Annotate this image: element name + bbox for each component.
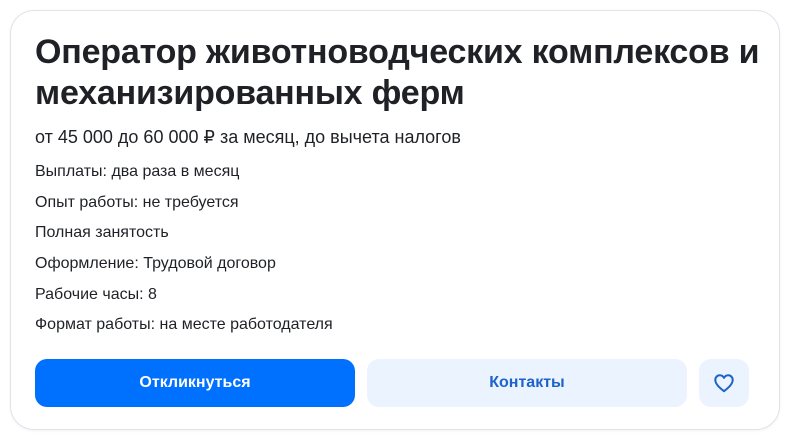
heart-icon xyxy=(714,374,734,393)
detail-payments: Выплаты: два раза в месяц xyxy=(35,163,240,180)
detail-work-hours: Рабочие часы: 8 xyxy=(35,285,157,303)
vacancy-title[interactable]: Оператор животноводческих комплексов и м… xyxy=(35,32,765,114)
favorite-button[interactable] xyxy=(699,359,749,407)
salary-text: от 45 000 до 60 000 ₽ за месяц, до вычет… xyxy=(35,127,461,147)
vacancy-details-list: Выплаты: два раза в месяц Опыт работы: н… xyxy=(35,162,333,346)
contacts-button[interactable]: Контакты xyxy=(367,359,687,407)
action-bar: Откликнуться Контакты xyxy=(35,359,749,407)
detail-work-format: Формат работы: на месте работодателя xyxy=(35,316,333,334)
detail-experience: Опыт работы: не требуется xyxy=(35,193,239,211)
detail-contract: Оформление: Трудовой договор xyxy=(35,255,276,273)
vacancy-card: Оператор животноводческих комплексов и м… xyxy=(10,10,780,430)
detail-employment: Полная занятость xyxy=(35,224,169,242)
respond-button[interactable]: Откликнуться xyxy=(35,359,355,407)
